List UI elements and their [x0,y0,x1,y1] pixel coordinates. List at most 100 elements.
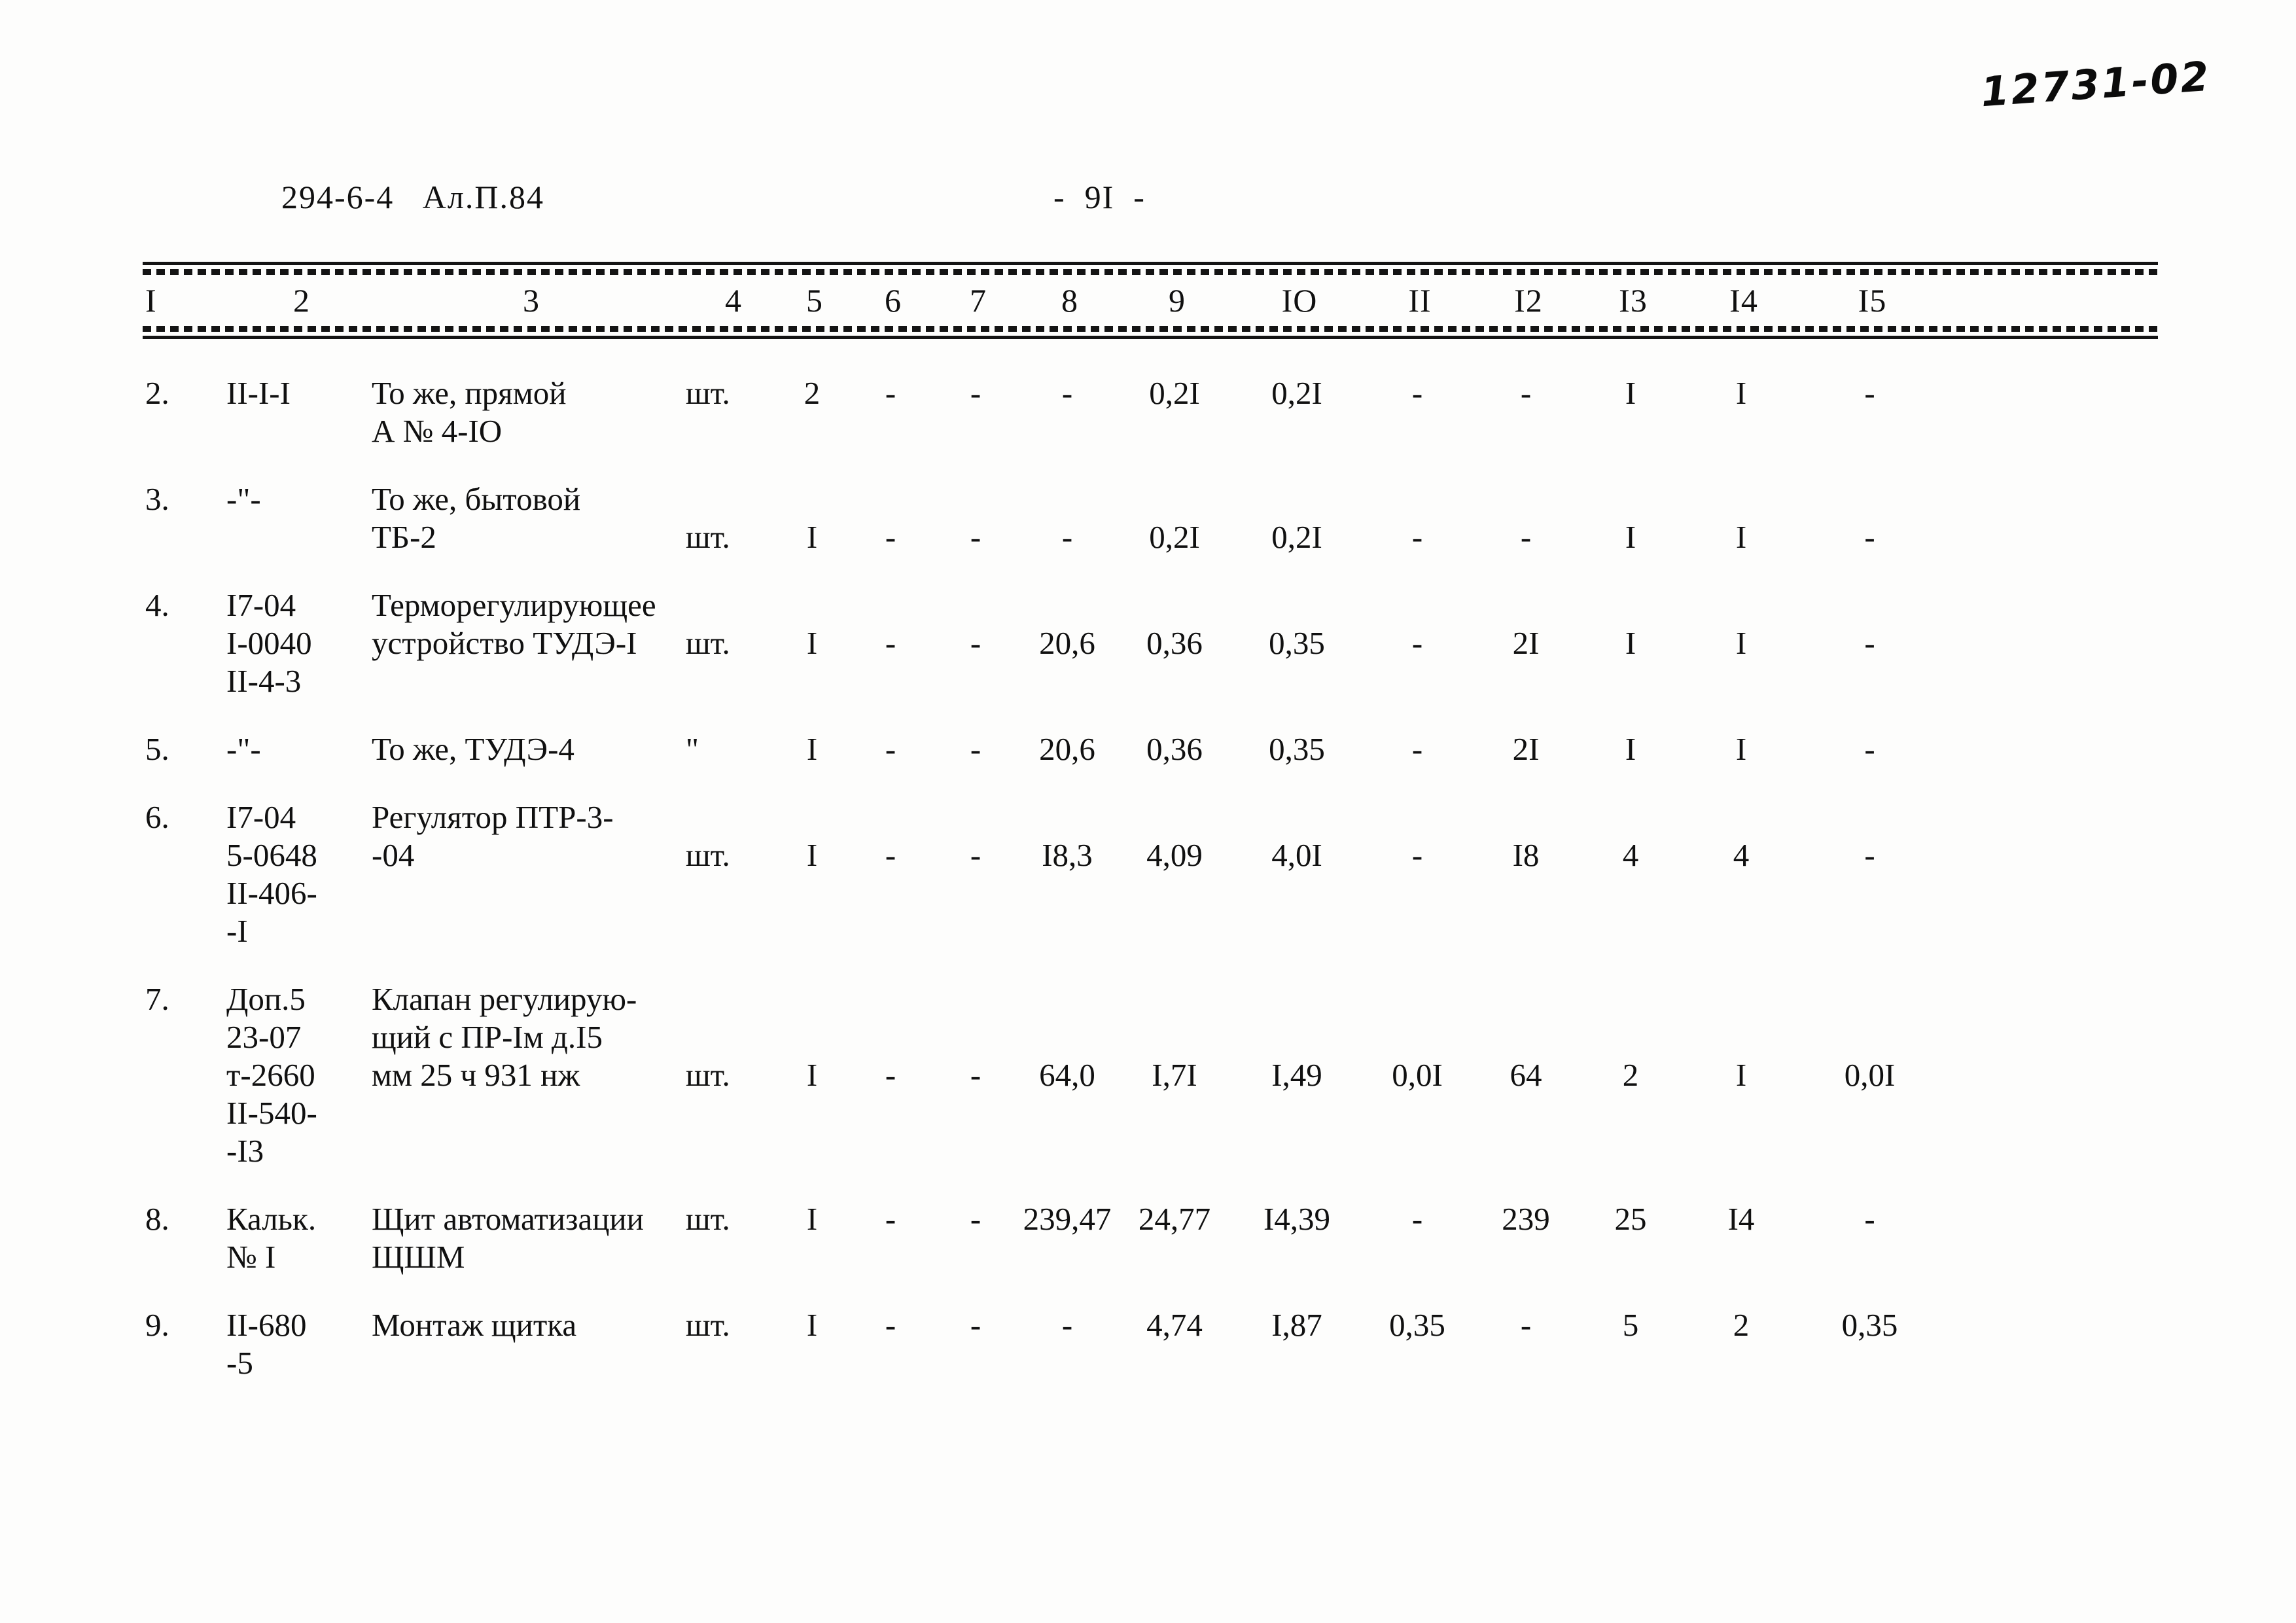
row-col13: I [1625,625,1636,661]
row-col14: I [1735,625,1747,661]
code-line-2: № I [226,1239,276,1275]
row-col10: 0,2I [1271,375,1322,411]
description-line-1: Щит автоматизации [372,1201,644,1237]
row-col15: - [1864,837,1875,873]
page-number: - 9I - [1053,179,1146,215]
row-unit: шт. [686,1307,730,1343]
row-col12: 64 [1510,1057,1542,1093]
row-col6: - [885,625,896,661]
code-line-4: -I [226,913,248,949]
code-line-5: -I3 [226,1133,264,1169]
row-number: 6. [145,799,169,835]
row-col5: I [806,731,818,767]
row-col14: I [1735,1057,1747,1093]
row-description: Монтаж щитка [372,1306,686,1344]
row-col11: 0,35 [1389,1307,1445,1343]
row-col11: - [1411,375,1423,411]
row-col9: I,7I [1152,1057,1197,1093]
description-line-2: щий с ПР-Iм д.I5 [372,1019,603,1055]
row-col8: 64,0 [1039,1057,1095,1093]
row-col5: 2 [804,375,821,411]
row-description: То же, ТУДЭ-4 [372,730,686,768]
row-description: Клапан регулирую-щий с ПР-Iм д.I5 мм 25 ч… [372,980,686,1094]
row-col7: - [970,731,981,767]
code-line-4: II-540- [226,1095,317,1131]
description-line-2: устройство ТУДЭ-I [372,625,637,661]
row-col6: - [885,1307,896,1343]
table-row: 5. -"- То же, ТУДЭ-4 " I - - 20,6 0,36 0… [143,730,2158,768]
column-number-8: 8 [1061,282,1078,319]
row-code: II-I-I [226,375,291,411]
row-code: Кальк. № I [226,1200,372,1276]
code-line-1: Доп.5 [226,981,306,1017]
row-col14: I4 [1727,1201,1755,1237]
row-unit: шт. [686,375,730,411]
description-line-1: Монтаж щитка [372,1307,577,1343]
row-col7: - [970,1201,981,1237]
row-col6: - [885,837,896,873]
column-number-4: 4 [725,282,742,319]
row-col8: 239,47 [1023,1201,1112,1237]
row-col10: I,49 [1271,1057,1322,1093]
description-line-1: То же, бытовой [372,481,581,517]
row-unit: шт. [686,1057,730,1093]
row-col6: - [885,731,896,767]
column-number-6: 6 [885,282,902,319]
row-col15: - [1864,1201,1875,1237]
row-col7: - [970,625,981,661]
column-number-1: I [145,282,157,319]
row-number: 8. [145,1201,169,1237]
row-code: Доп.5 23-07 т-2660 II-540- -I3 [226,980,372,1170]
row-col12: 239 [1502,1201,1550,1237]
column-number-10: IO [1281,282,1318,319]
row-col14: I [1735,731,1747,767]
description-line-1: Терморегулирующее [372,587,656,623]
code-line-2: I-0040 [226,625,312,661]
code-line-1: Кальк. [226,1201,317,1237]
row-col13: 25 [1614,1201,1647,1237]
column-number-15: I5 [1858,282,1887,319]
row-code: -"- [226,731,261,767]
table-body: 2. II-I-I То же, прямой А № 4-IO шт. 2 - … [143,339,2158,1382]
row-col6: - [885,1057,896,1093]
archive-stamp: 12731-02 [1979,52,2213,116]
table-row: 7. Доп.5 23-07 т-2660 II-540- -I3 Клапан рег… [143,980,2158,1170]
table-row: 6. I7-04 5-0648 II-406- -I Регулятор ПТР-3-… [143,798,2158,950]
row-col11: - [1411,731,1423,767]
row-col6: - [885,1201,896,1237]
row-col9: 0,2I [1149,519,1200,555]
row-col12: - [1520,1307,1532,1343]
row-description: То же, бытовой ТБ-2 [372,480,686,556]
row-col9: 0,36 [1146,731,1203,767]
table-row: 9. II-680 -5 Монтаж щитка шт. I - - - 4,7… [143,1306,2158,1382]
row-description: Терморегулирующее устройство ТУДЭ-I [372,586,686,662]
row-col6: - [885,375,896,411]
table-header-rule-upper [143,269,2158,275]
table-header-rule-lower [143,326,2158,332]
row-col10: 4,0I [1271,837,1322,873]
row-col14: I [1735,375,1747,411]
description-line-3: мм 25 ч 931 нж [372,1057,580,1093]
code-line-2: 5-0648 [226,837,317,873]
row-col5: I [806,519,818,555]
column-number-11: II [1408,282,1432,319]
row-col12: - [1520,375,1532,411]
column-number-row: I 2 3 4 5 6 7 8 9 IO II I2 I3 I4 I5 [143,275,2158,326]
specification-table: I 2 3 4 5 6 7 8 9 IO II I2 I3 I4 I5 2. I… [143,262,2158,1412]
row-col13: I [1625,375,1636,411]
row-col8: 20,6 [1039,625,1095,661]
row-col7: - [970,1057,981,1093]
row-col7: - [970,375,981,411]
column-number-13: I3 [1619,282,1648,319]
row-col5: I [806,1201,818,1237]
row-col6: - [885,519,896,555]
row-col12: 2I [1512,731,1540,767]
row-unit: шт. [686,625,730,661]
row-col13: 4 [1622,837,1639,873]
row-col10: 0,2I [1271,519,1322,555]
row-col13: I [1625,731,1636,767]
row-col12: 2I [1512,625,1540,661]
row-col7: - [970,837,981,873]
row-col12: - [1520,519,1532,555]
row-number: 5. [145,731,169,767]
